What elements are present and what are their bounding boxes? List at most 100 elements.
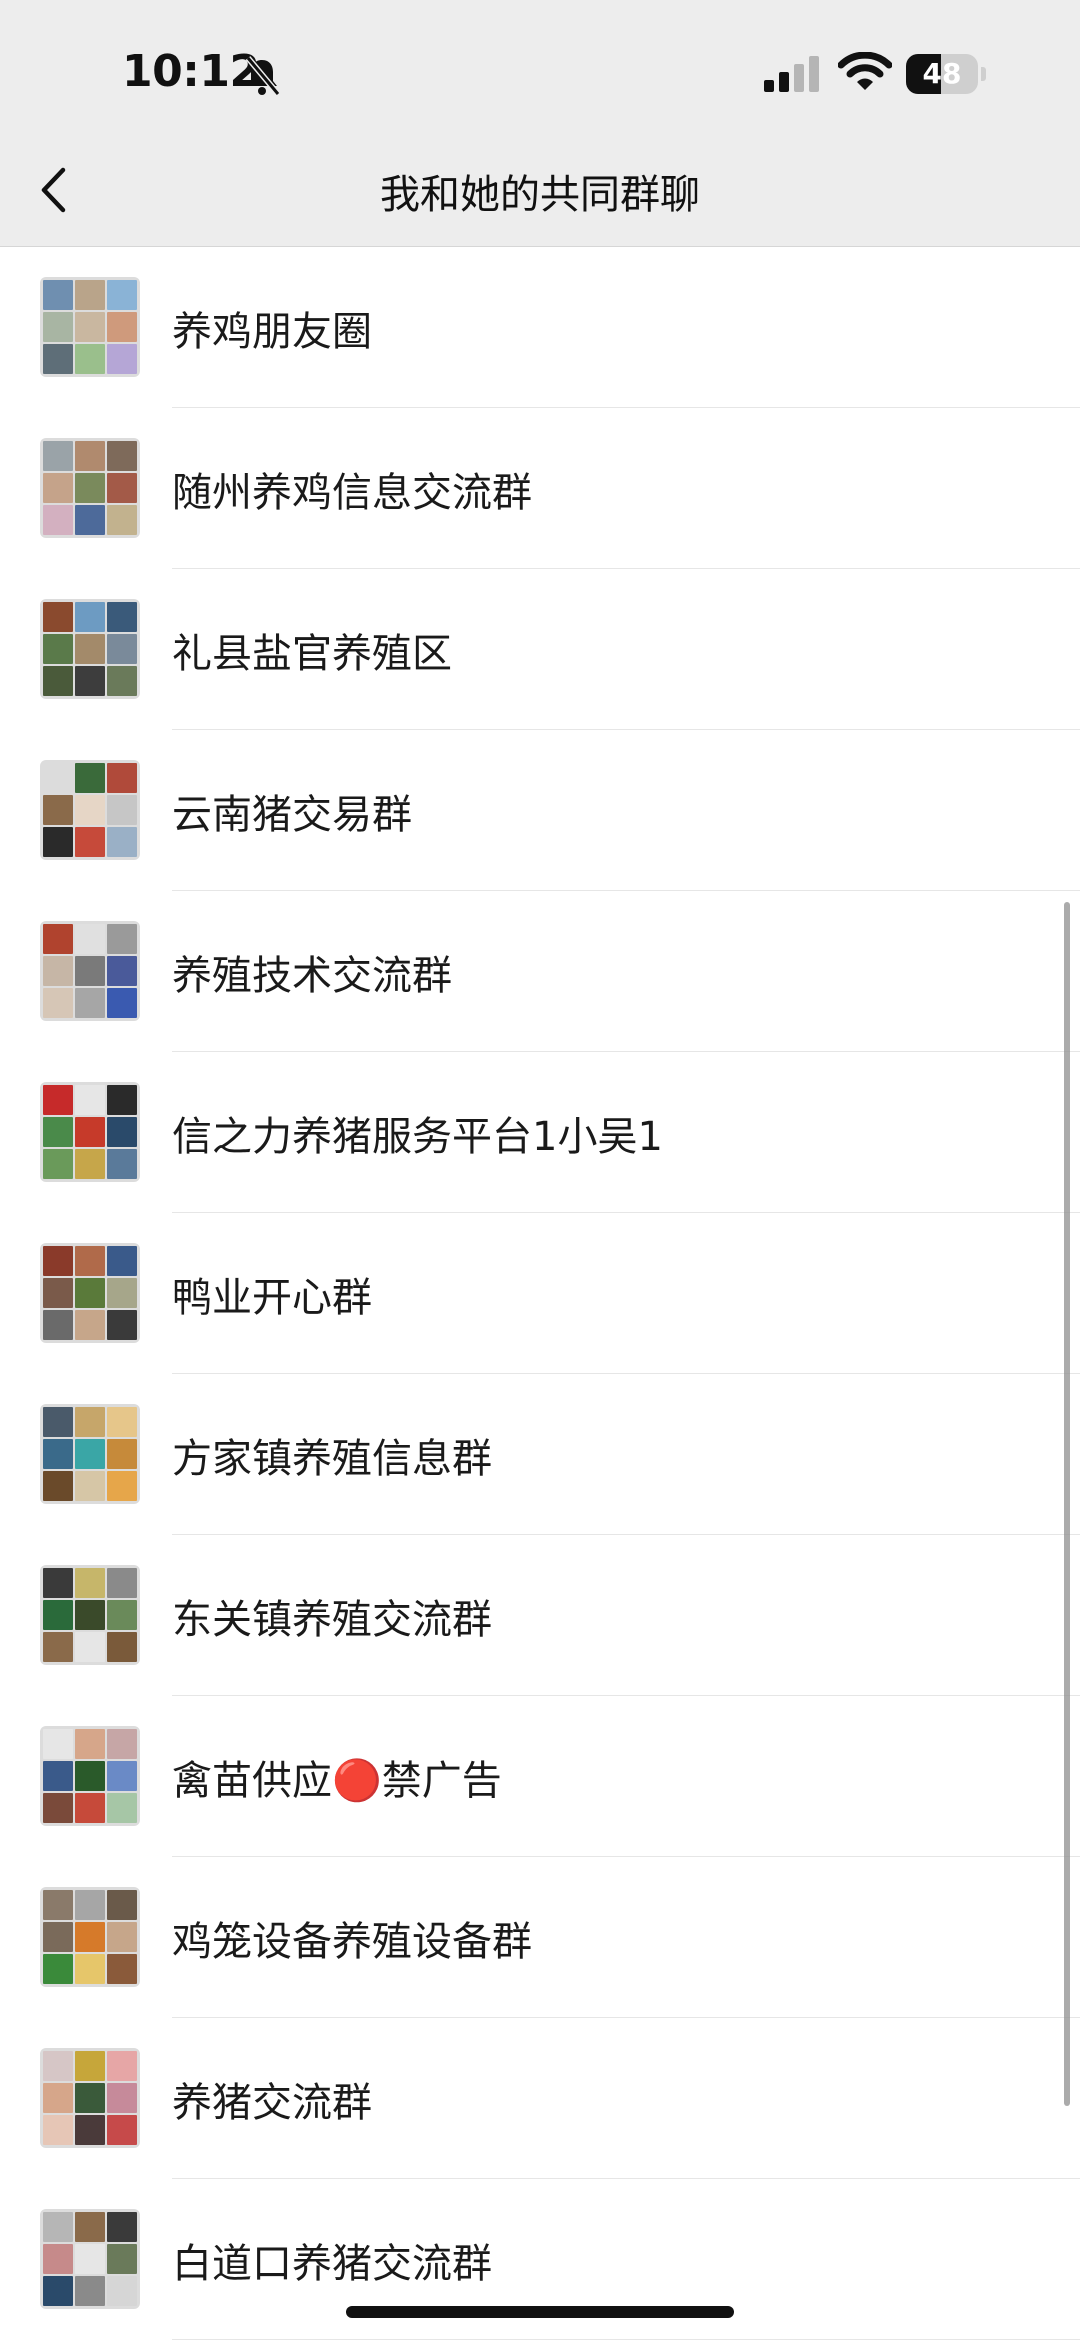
avatar-tile — [43, 2212, 73, 2242]
header-area: 10:12 48 我和她的共同群聊 — [0, 0, 1080, 247]
group-name: 养猪交流群 — [172, 2080, 372, 2126]
avatar-tile — [75, 602, 105, 632]
divider — [172, 2339, 1080, 2340]
avatar-tile — [107, 1471, 137, 1501]
avatar-tile — [75, 280, 105, 310]
group-list-item[interactable]: 方家镇养殖信息群 — [0, 1374, 1080, 1535]
avatar-tile — [43, 1439, 73, 1469]
group-name: 云南猪交易群 — [172, 792, 412, 838]
avatar-tile — [75, 1761, 105, 1791]
bell-slash-icon — [245, 56, 281, 96]
avatar-tile — [75, 312, 105, 342]
avatar-tile — [107, 634, 137, 664]
group-list-item[interactable]: 养鸡朋友圈 — [0, 247, 1080, 408]
avatar-tile — [107, 2276, 137, 2306]
group-name: 白道口养猪交流群 — [172, 2241, 492, 2287]
group-list-item[interactable]: 礼县盐官养殖区 — [0, 569, 1080, 730]
avatar-tile — [43, 1890, 73, 1920]
avatar-tile — [43, 2244, 73, 2274]
avatar-tile — [75, 1085, 105, 1115]
avatar-tile — [43, 505, 73, 535]
avatar-tile — [107, 1568, 137, 1598]
avatar-tile — [43, 634, 73, 664]
avatar-tile — [75, 763, 105, 793]
avatar-tile — [107, 602, 137, 632]
avatar-tile — [107, 2115, 137, 2145]
avatar-tile — [75, 924, 105, 954]
group-avatar — [40, 921, 140, 1021]
group-avatar — [40, 599, 140, 699]
avatar-tile — [43, 1793, 73, 1823]
avatar-tile — [75, 1439, 105, 1469]
avatar-tile — [107, 2051, 137, 2081]
group-list-item[interactable]: 云南猪交易群 — [0, 730, 1080, 891]
avatar-tile — [43, 1407, 73, 1437]
avatar-tile — [107, 1922, 137, 1952]
avatar-tile — [75, 473, 105, 503]
avatar-tile — [75, 988, 105, 1018]
avatar-tile — [43, 473, 73, 503]
avatar-tile — [43, 1117, 73, 1147]
avatar-tile — [43, 1310, 73, 1340]
avatar-tile — [107, 924, 137, 954]
group-list-item[interactable]: 鸭业开心群 — [0, 1213, 1080, 1374]
avatar-tile — [43, 1761, 73, 1791]
group-avatar — [40, 1404, 140, 1504]
avatar-tile — [75, 1890, 105, 1920]
scrollbar[interactable] — [1064, 902, 1070, 2106]
group-avatar — [40, 1243, 140, 1343]
avatar-tile — [107, 312, 137, 342]
avatar-tile — [75, 1568, 105, 1598]
avatar-tile — [43, 2083, 73, 2113]
avatar-tile — [107, 1954, 137, 1984]
avatar-tile — [43, 1954, 73, 1984]
avatar-tile — [43, 2051, 73, 2081]
group-name: 东关镇养殖交流群 — [172, 1597, 492, 1643]
group-list-item[interactable]: 养殖技术交流群 — [0, 891, 1080, 1052]
avatar-tile — [107, 1439, 137, 1469]
group-list-item[interactable]: 东关镇养殖交流群 — [0, 1535, 1080, 1696]
group-list-item[interactable]: 随州养鸡信息交流群 — [0, 408, 1080, 569]
avatar-tile — [43, 2276, 73, 2306]
group-list-item[interactable]: 信之力养猪服务平台1小吴1 — [0, 1052, 1080, 1213]
avatar-tile — [75, 1310, 105, 1340]
group-name: 禽苗供应🔴禁广告 — [172, 1758, 502, 1804]
avatar-tile — [75, 1793, 105, 1823]
avatar-tile — [107, 1149, 137, 1179]
wifi-icon — [838, 52, 892, 90]
avatar-tile — [43, 1632, 73, 1662]
group-name: 养殖技术交流群 — [172, 953, 452, 999]
avatar-tile — [43, 1149, 73, 1179]
home-indicator[interactable] — [346, 2306, 734, 2318]
avatar-tile — [43, 666, 73, 696]
avatar-tile — [43, 1600, 73, 1630]
avatar-tile — [43, 2115, 73, 2145]
avatar-tile — [43, 956, 73, 986]
group-name: 鸭业开心群 — [172, 1275, 372, 1321]
avatar-tile — [43, 280, 73, 310]
avatar-tile — [75, 2115, 105, 2145]
group-name: 方家镇养殖信息群 — [172, 1436, 492, 1482]
group-avatar — [40, 1082, 140, 1182]
avatar-tile — [75, 1471, 105, 1501]
group-avatar — [40, 1726, 140, 1826]
avatar-tile — [43, 1246, 73, 1276]
avatar-tile — [75, 827, 105, 857]
group-list-item[interactable]: 鸡笼设备养殖设备群 — [0, 1857, 1080, 2018]
avatar-tile — [107, 1890, 137, 1920]
avatar-tile — [43, 1085, 73, 1115]
avatar-tile — [43, 1278, 73, 1308]
avatar-tile — [107, 1793, 137, 1823]
group-avatar — [40, 277, 140, 377]
group-list: 养鸡朋友圈 随州养鸡信息交流群 礼县盐官养殖区云南猪交易群 养殖技术交流群信之力养猪服… — [0, 247, 1080, 2340]
group-list-item[interactable]: 养猪交流群 — [0, 2018, 1080, 2179]
avatar-tile — [43, 312, 73, 342]
avatar-tile — [107, 280, 137, 310]
avatar-tile — [107, 344, 137, 374]
avatar-tile — [107, 763, 137, 793]
avatar-tile — [75, 1600, 105, 1630]
avatar-tile — [107, 2212, 137, 2242]
avatar-tile — [107, 1246, 137, 1276]
avatar-tile — [75, 1632, 105, 1662]
group-list-item[interactable]: 禽苗供应🔴禁广告 — [0, 1696, 1080, 1857]
